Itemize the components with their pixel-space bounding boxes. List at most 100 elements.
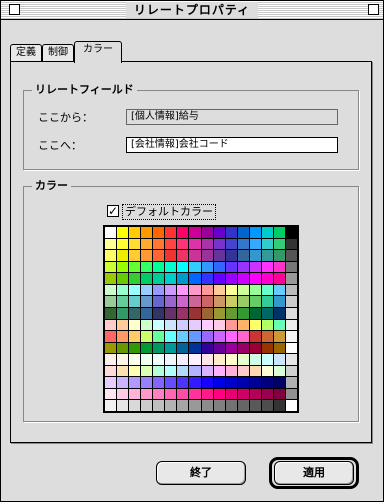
color-swatch[interactable] [285, 331, 297, 342]
color-swatch[interactable] [105, 377, 117, 388]
color-swatch[interactable] [189, 377, 201, 388]
color-swatch[interactable] [213, 307, 225, 319]
color-swatch[interactable] [273, 342, 285, 354]
color-swatch[interactable] [213, 365, 225, 377]
color-swatch[interactable] [285, 319, 297, 331]
color-swatch[interactable] [249, 238, 261, 250]
color-swatch[interactable] [165, 296, 177, 307]
color-swatch[interactable] [129, 377, 141, 388]
color-swatch[interactable] [225, 307, 237, 319]
color-swatch[interactable] [261, 261, 273, 273]
color-swatch[interactable] [141, 284, 153, 296]
color-swatch[interactable] [189, 400, 201, 411]
color-swatch[interactable] [201, 307, 213, 319]
color-swatch[interactable] [105, 342, 117, 354]
color-swatch[interactable] [201, 296, 213, 307]
color-swatch[interactable] [273, 250, 285, 261]
color-swatch[interactable] [249, 273, 261, 284]
color-swatch[interactable] [177, 261, 189, 273]
color-swatch[interactable] [105, 319, 117, 331]
color-swatch[interactable] [153, 307, 165, 319]
color-swatch[interactable] [165, 388, 177, 400]
color-swatch[interactable] [177, 319, 189, 331]
color-swatch[interactable] [105, 250, 117, 261]
color-swatch[interactable] [261, 377, 273, 388]
color-swatch[interactable] [177, 365, 189, 377]
color-swatch[interactable] [285, 388, 297, 400]
color-swatch[interactable] [141, 400, 153, 411]
color-swatch[interactable] [273, 296, 285, 307]
color-swatch[interactable] [153, 319, 165, 331]
color-swatch[interactable] [117, 296, 129, 307]
color-swatch[interactable] [237, 238, 249, 250]
color-swatch[interactable] [117, 388, 129, 400]
color-swatch[interactable] [117, 400, 129, 411]
color-swatch[interactable] [189, 331, 201, 342]
color-swatch[interactable] [225, 227, 237, 238]
color-swatch[interactable] [237, 388, 249, 400]
color-swatch[interactable] [213, 250, 225, 261]
color-swatch[interactable] [249, 388, 261, 400]
color-swatch[interactable] [249, 342, 261, 354]
color-swatch[interactable] [225, 319, 237, 331]
color-swatch[interactable] [273, 377, 285, 388]
color-swatch[interactable] [249, 250, 261, 261]
color-swatch[interactable] [285, 238, 297, 250]
color-swatch[interactable] [105, 227, 117, 238]
color-swatch[interactable] [285, 400, 297, 411]
color-swatch[interactable] [129, 342, 141, 354]
quit-button[interactable]: 終了 [156, 461, 246, 485]
color-swatch[interactable] [237, 261, 249, 273]
color-swatch[interactable] [201, 227, 213, 238]
color-swatch[interactable] [165, 261, 177, 273]
color-swatch[interactable] [129, 388, 141, 400]
color-swatch[interactable] [285, 342, 297, 354]
color-swatch[interactable] [165, 284, 177, 296]
color-swatch[interactable] [141, 354, 153, 365]
color-swatch[interactable] [165, 307, 177, 319]
color-swatch[interactable] [153, 284, 165, 296]
color-swatch[interactable] [249, 331, 261, 342]
color-swatch[interactable] [285, 354, 297, 365]
color-swatch[interactable] [201, 342, 213, 354]
color-swatch[interactable] [225, 354, 237, 365]
color-swatch[interactable] [201, 238, 213, 250]
color-swatch[interactable] [141, 307, 153, 319]
color-swatch[interactable] [177, 227, 189, 238]
color-swatch[interactable] [177, 273, 189, 284]
color-swatch[interactable] [117, 342, 129, 354]
color-swatch[interactable] [225, 250, 237, 261]
color-swatch[interactable] [129, 227, 141, 238]
color-palette[interactable] [103, 225, 299, 413]
color-swatch[interactable] [261, 307, 273, 319]
color-swatch[interactable] [105, 307, 117, 319]
color-swatch[interactable] [129, 238, 141, 250]
color-swatch[interactable] [249, 377, 261, 388]
color-swatch[interactable] [213, 238, 225, 250]
color-swatch[interactable] [261, 273, 273, 284]
color-swatch[interactable] [273, 319, 285, 331]
color-swatch[interactable] [141, 250, 153, 261]
color-swatch[interactable] [129, 354, 141, 365]
color-swatch[interactable] [249, 227, 261, 238]
color-swatch[interactable] [165, 365, 177, 377]
color-swatch[interactable] [165, 354, 177, 365]
color-swatch[interactable] [237, 284, 249, 296]
color-swatch[interactable] [105, 354, 117, 365]
color-swatch[interactable] [189, 296, 201, 307]
color-swatch[interactable] [141, 377, 153, 388]
color-swatch[interactable] [177, 400, 189, 411]
color-swatch[interactable] [261, 331, 273, 342]
color-swatch[interactable] [225, 273, 237, 284]
color-swatch[interactable] [213, 331, 225, 342]
color-swatch[interactable] [105, 388, 117, 400]
color-swatch[interactable] [177, 284, 189, 296]
color-swatch[interactable] [249, 400, 261, 411]
color-swatch[interactable] [285, 261, 297, 273]
color-swatch[interactable] [177, 296, 189, 307]
color-swatch[interactable] [153, 365, 165, 377]
color-swatch[interactable] [213, 273, 225, 284]
color-swatch[interactable] [153, 238, 165, 250]
color-swatch[interactable] [141, 227, 153, 238]
color-swatch[interactable] [273, 238, 285, 250]
